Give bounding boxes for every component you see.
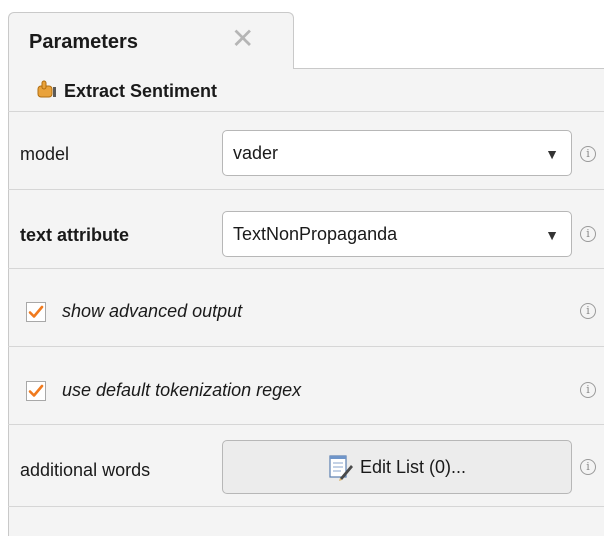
edit-list-label: Edit List (0)... [359, 456, 467, 477]
divider [8, 346, 604, 347]
show-advanced-output-checkbox[interactable] [26, 301, 46, 322]
model-value: vader [233, 143, 279, 163]
edit-list-button[interactable]: Edit List (0)... [222, 440, 572, 494]
divider [8, 189, 604, 190]
hand-pointer-icon [37, 80, 56, 98]
model-label: model [20, 144, 70, 164]
chevron-down-icon: ▼ [545, 146, 559, 162]
show-advanced-output-row[interactable]: show advanced output [26, 301, 242, 322]
use-default-tokenization-row[interactable]: use default tokenization regex [26, 380, 301, 401]
info-icon-show-advanced-output[interactable]: i [580, 303, 596, 319]
divider [8, 268, 604, 269]
model-dropdown[interactable]: vader ▼ [222, 130, 572, 176]
checkmark-icon [28, 384, 44, 397]
divider [8, 506, 604, 507]
notepad-edit-icon [329, 455, 353, 481]
chevron-down-icon: ▼ [545, 227, 559, 243]
tab-parameters[interactable]: Parameters ✕ [8, 12, 294, 70]
tab-title: Parameters [29, 31, 138, 53]
info-icon-text-attribute[interactable]: i [580, 226, 596, 242]
tab-strip: Parameters ✕ [0, 0, 604, 70]
additional-words-label: additional words [20, 460, 151, 480]
checkmark-icon [28, 305, 44, 318]
use-default-tokenization-label: use default tokenization regex [62, 380, 302, 400]
operator-header: Extract Sentiment [8, 69, 604, 111]
show-advanced-output-label: show advanced output [62, 301, 243, 321]
operator-title: Extract Sentiment [64, 81, 218, 101]
divider [8, 424, 604, 425]
info-icon-use-default-tokenization[interactable]: i [580, 382, 596, 398]
text-attribute-value: TextNonPropaganda [233, 224, 398, 244]
text-attribute-label: text attribute [20, 225, 130, 245]
use-default-tokenization-checkbox[interactable] [26, 380, 46, 401]
text-attribute-dropdown[interactable]: TextNonPropaganda ▼ [222, 211, 572, 257]
close-icon[interactable]: ✕ [231, 25, 254, 53]
divider [8, 111, 604, 112]
info-icon-model[interactable]: i [580, 146, 596, 162]
info-icon-additional-words[interactable]: i [580, 459, 596, 475]
